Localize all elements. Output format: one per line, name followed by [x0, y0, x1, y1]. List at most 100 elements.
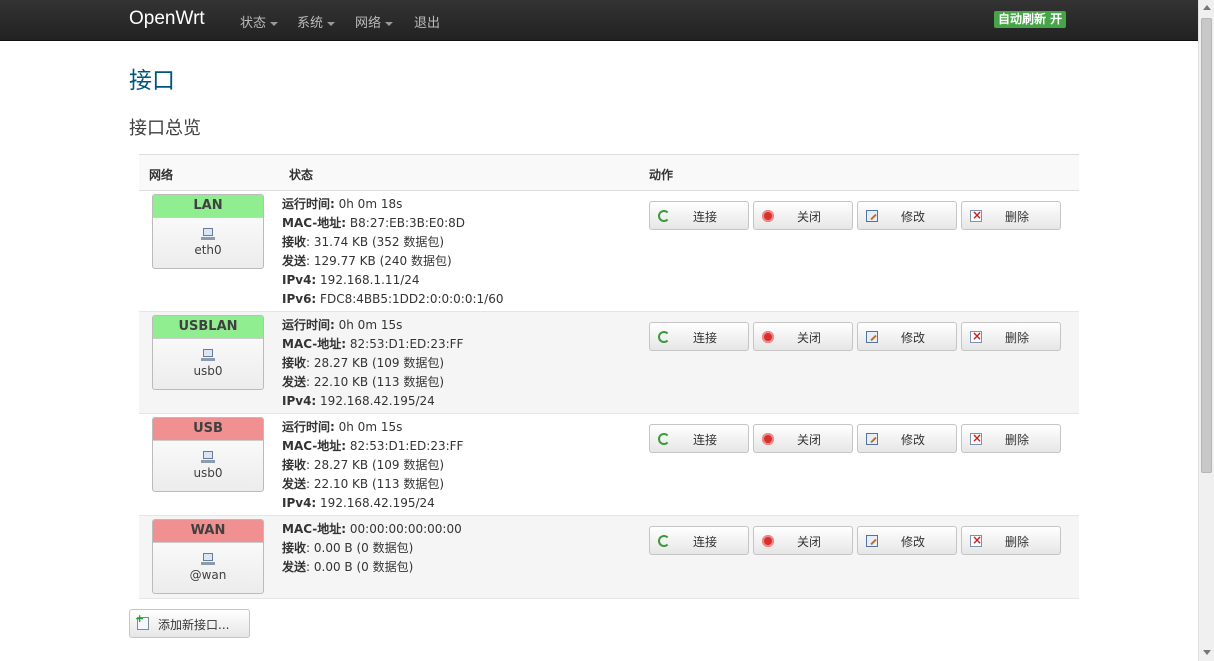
- interface-status: 运行时间: 0h 0m 15s MAC-地址: 82:53:D1:ED:23:FF…: [282, 316, 463, 411]
- status-key: 发送: [282, 477, 307, 491]
- chevron-down-icon: [270, 21, 279, 26]
- nav-system[interactable]: 系统: [297, 12, 336, 31]
- connect-button[interactable]: 连接: [649, 322, 749, 351]
- section-title: 接口总览: [129, 118, 201, 139]
- delete-button[interactable]: 删除: [961, 424, 1061, 453]
- status-line: 接收: 31.74 KB (352 数据包): [282, 233, 503, 252]
- interface-name: LAN: [153, 195, 263, 218]
- status-value: FDC8:4BB5:1DD2:0:0:0:0:1/60: [316, 292, 504, 306]
- connect-button[interactable]: 连接: [649, 201, 749, 230]
- interface-badge[interactable]: USBLAN usb0: [152, 315, 264, 390]
- status-key: 运行时间:: [282, 197, 335, 211]
- nav-system-label: 系统: [297, 16, 324, 31]
- status-key: IPv4:: [282, 496, 317, 510]
- action-label: 连接: [692, 535, 717, 549]
- ethernet-port-icon: [201, 553, 215, 566]
- connect-button[interactable]: 连接: [649, 526, 749, 555]
- status-value: 82:53:D1:ED:23:FF: [346, 337, 464, 351]
- scroll-thumb[interactable]: [1201, 18, 1212, 473]
- action-label: 连接: [692, 210, 717, 224]
- nav-logout[interactable]: 退出: [414, 12, 440, 31]
- scroll-down-icon[interactable]: [1203, 650, 1211, 655]
- status-line: 运行时间: 0h 0m 15s: [282, 316, 463, 335]
- status-value: 192.168.42.195/24: [316, 394, 435, 408]
- interface-badge[interactable]: LAN eth0: [152, 194, 264, 269]
- status-key: 接收: [282, 356, 307, 370]
- interface-status: 运行时间: 0h 0m 18s MAC-地址: B8:27:EB:3B:E0:8D…: [282, 195, 503, 309]
- action-label: 删除: [1004, 433, 1029, 447]
- delete-button[interactable]: 删除: [961, 201, 1061, 230]
- status-key: IPv6:: [282, 292, 317, 306]
- stop-button[interactable]: 关闭: [753, 526, 853, 555]
- status-line: 接收: 28.27 KB (109 数据包): [282, 354, 463, 373]
- status-key: IPv4:: [282, 394, 317, 408]
- nav-logout-label: 退出: [414, 16, 441, 31]
- status-key: 发送: [282, 375, 307, 389]
- stop-button[interactable]: 关闭: [753, 424, 853, 453]
- edit-button[interactable]: 修改: [857, 526, 957, 555]
- status-line: MAC-地址: 00:00:00:00:00:00: [282, 520, 462, 539]
- table-row: LAN eth0 运行时间: 0h 0m 18s MAC-地址: B8:27:EB…: [139, 191, 1079, 312]
- status-value: 00:00:00:00:00:00: [346, 522, 462, 536]
- interface-name: USB: [153, 418, 263, 441]
- vertical-scrollbar[interactable]: [1198, 0, 1214, 661]
- status-line: MAC-地址: 82:53:D1:ED:23:FF: [282, 437, 463, 456]
- interface-table: 网络 状态 动作 LAN eth0 运行时间: 0h 0m 18s MAC-地址:…: [139, 154, 1079, 599]
- nav-status[interactable]: 状态: [240, 12, 279, 31]
- interface-badge[interactable]: WAN @wan: [152, 519, 264, 594]
- status-key: 接收: [282, 235, 307, 249]
- action-label: 关闭: [796, 535, 821, 549]
- status-value: : 22.10 KB (113 数据包): [306, 477, 445, 491]
- auto-refresh-toggle[interactable]: 自动刷新 开: [994, 11, 1067, 28]
- page-title: 接口: [129, 68, 175, 94]
- interface-status: MAC-地址: 00:00:00:00:00:00 接收: 0.00 B (0 数…: [282, 520, 462, 577]
- action-label: 关闭: [796, 210, 821, 224]
- status-value: B8:27:EB:3B:E0:8D: [346, 216, 466, 230]
- delete-button[interactable]: 删除: [961, 526, 1061, 555]
- status-value: : 129.77 KB (240 数据包): [306, 254, 452, 268]
- header-status: 状态: [289, 168, 314, 182]
- edit-button[interactable]: 修改: [857, 201, 957, 230]
- table-row: WAN @wan MAC-地址: 00:00:00:00:00:00 接收: 0.…: [139, 516, 1079, 599]
- status-key: IPv4:: [282, 273, 317, 287]
- action-label: 删除: [1004, 535, 1029, 549]
- status-value: : 28.27 KB (109 数据包): [306, 458, 445, 472]
- status-key: MAC-地址:: [282, 216, 347, 230]
- status-value: 0h 0m 15s: [334, 420, 403, 434]
- header-network: 网络: [149, 168, 174, 182]
- status-line: 接收: 28.27 KB (109 数据包): [282, 456, 463, 475]
- add-icon: [135, 612, 149, 630]
- interface-device: @wan: [189, 568, 227, 582]
- interface-name: USBLAN: [153, 316, 263, 339]
- ethernet-port-icon: [201, 349, 215, 362]
- connect-button[interactable]: 连接: [649, 424, 749, 453]
- add-interface-button[interactable]: 添加新接口...: [129, 609, 250, 638]
- status-key: 运行时间:: [282, 420, 335, 434]
- action-label: 修改: [900, 210, 925, 224]
- edit-button[interactable]: 修改: [857, 322, 957, 351]
- scroll-up-icon[interactable]: [1203, 5, 1211, 10]
- status-line: IPv6: FDC8:4BB5:1DD2:0:0:0:0:1/60: [282, 290, 503, 309]
- brand-logo[interactable]: OpenWrt: [129, 8, 205, 30]
- status-line: IPv4: 192.168.1.11/24: [282, 271, 503, 290]
- chevron-down-icon: [385, 21, 394, 26]
- interface-badge[interactable]: USB usb0: [152, 417, 264, 492]
- status-value: 192.168.42.195/24: [316, 496, 435, 510]
- action-label: 修改: [900, 535, 925, 549]
- status-key: 发送: [282, 254, 307, 268]
- status-key: 接收: [282, 541, 307, 555]
- interface-status: 运行时间: 0h 0m 15s MAC-地址: 82:53:D1:ED:23:FF…: [282, 418, 463, 513]
- delete-button[interactable]: 删除: [961, 322, 1061, 351]
- stop-button[interactable]: 关闭: [753, 201, 853, 230]
- status-line: MAC-地址: B8:27:EB:3B:E0:8D: [282, 214, 503, 233]
- status-value: : 0.00 B (0 数据包): [306, 541, 414, 555]
- status-line: 运行时间: 0h 0m 18s: [282, 195, 503, 214]
- edit-button[interactable]: 修改: [857, 424, 957, 453]
- status-value: 82:53:D1:ED:23:FF: [346, 439, 464, 453]
- status-line: 发送: 22.10 KB (113 数据包): [282, 475, 463, 494]
- status-value: : 28.27 KB (109 数据包): [306, 356, 445, 370]
- nav-network[interactable]: 网络: [355, 12, 394, 31]
- action-label: 连接: [692, 331, 717, 345]
- stop-button[interactable]: 关闭: [753, 322, 853, 351]
- status-value: : 0.00 B (0 数据包): [306, 560, 414, 574]
